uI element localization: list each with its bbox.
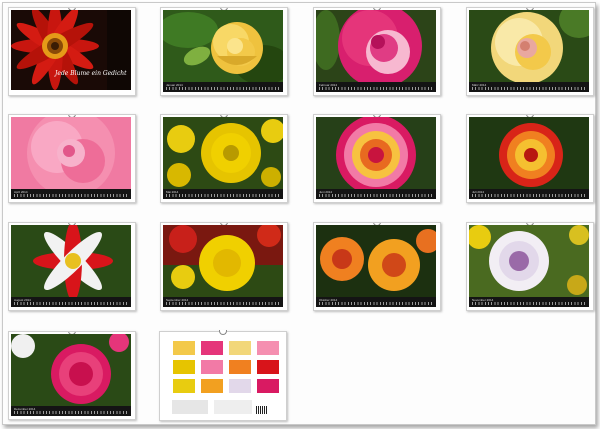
photo-yellow-cactus-dahlias: [163, 117, 283, 189]
day-grid: [472, 87, 586, 90]
calendar-strip: April 2014: [11, 189, 131, 199]
day-grid: [14, 194, 128, 197]
calendar-page-june[interactable]: Juni 2014: [313, 114, 441, 203]
photo-red-white-dahlia: [11, 225, 131, 297]
calendar-strip: Dezember 2014: [11, 406, 131, 416]
calendar-strip: August 2014: [11, 297, 131, 307]
calendar-page-cover[interactable]: Jede Blume ein Gedicht: [8, 7, 136, 96]
thumb-november: [228, 378, 252, 394]
thumb-march: [228, 340, 252, 356]
day-grid: [472, 302, 586, 305]
photo-light-pink-rose: [11, 117, 131, 189]
calendar-page-july[interactable]: Juli 2014: [466, 114, 594, 203]
hanger-hook: [219, 330, 227, 335]
day-grid: [319, 302, 433, 305]
calendar-page-march[interactable]: März 2014: [466, 7, 594, 96]
calendar-strip: Februar 2014: [316, 82, 436, 92]
calendar-strip: März 2014: [469, 82, 589, 92]
photo-spiky-red-yellow-dahlia: [469, 117, 589, 189]
day-grid: [166, 302, 280, 305]
thumb-june: [200, 359, 224, 375]
calendar-page-december[interactable]: Dezember 2014: [8, 331, 136, 420]
calendar-strip: Oktober 2014: [316, 297, 436, 307]
info-block-middle: [214, 400, 252, 414]
calendar-strip: Mai 2014: [163, 189, 283, 199]
calendar-strip: Juli 2014: [469, 189, 589, 199]
photo-cream-yellow-rose: [469, 10, 589, 82]
day-grid: [472, 194, 586, 197]
day-grid: [166, 194, 280, 197]
calendar-page-january[interactable]: Januar 2014: [160, 7, 288, 96]
photo-yellow-rose: [163, 10, 283, 82]
thumb-december: [256, 378, 280, 394]
calendar-back-cover-overview[interactable]: [159, 330, 287, 421]
thumb-may: [172, 359, 196, 375]
thumb-april: [256, 340, 280, 356]
photo-orange-dahlias: [316, 225, 436, 297]
calendar-page-october[interactable]: Oktober 2014: [313, 222, 441, 311]
calendar-strip: Juni 2014: [316, 189, 436, 199]
day-grid: [14, 411, 128, 414]
calendar-page-may[interactable]: Mai 2014: [160, 114, 288, 203]
photo-magenta-ball-dahlia: [11, 334, 131, 406]
thumb-september: [172, 378, 196, 394]
calendar-page-april[interactable]: April 2014: [8, 114, 136, 203]
calendar-strip: November 2014: [469, 297, 589, 307]
calendar-strip: Januar 2014: [163, 82, 283, 92]
day-grid: [14, 302, 128, 305]
calendar-page-august[interactable]: August 2014: [8, 222, 136, 311]
day-grid: [319, 194, 433, 197]
barcode: [256, 406, 268, 414]
thumb-february: [200, 340, 224, 356]
calendar-strip: September 2014: [163, 297, 283, 307]
calendar-page-november[interactable]: November 2014: [466, 222, 594, 311]
thumb-october: [200, 378, 224, 394]
day-grid: [319, 87, 433, 90]
info-block-left: [172, 400, 208, 414]
calendar-page-february[interactable]: Februar 2014: [313, 7, 441, 96]
cover-title: Jede Blume ein Gedicht: [55, 70, 127, 77]
day-grid: [166, 87, 280, 90]
thumb-august: [256, 359, 280, 375]
photo-red-gerbera: [11, 10, 131, 90]
photo-pink-rose: [316, 10, 436, 82]
calendar-page-september[interactable]: September 2014: [160, 222, 288, 311]
thumb-july: [228, 359, 252, 375]
photo-white-dahlia: [469, 225, 589, 297]
photo-yellow-dahlia-red-background: [163, 225, 283, 297]
photo-pink-yellow-dahlia: [316, 117, 436, 189]
thumb-january: [172, 340, 196, 356]
